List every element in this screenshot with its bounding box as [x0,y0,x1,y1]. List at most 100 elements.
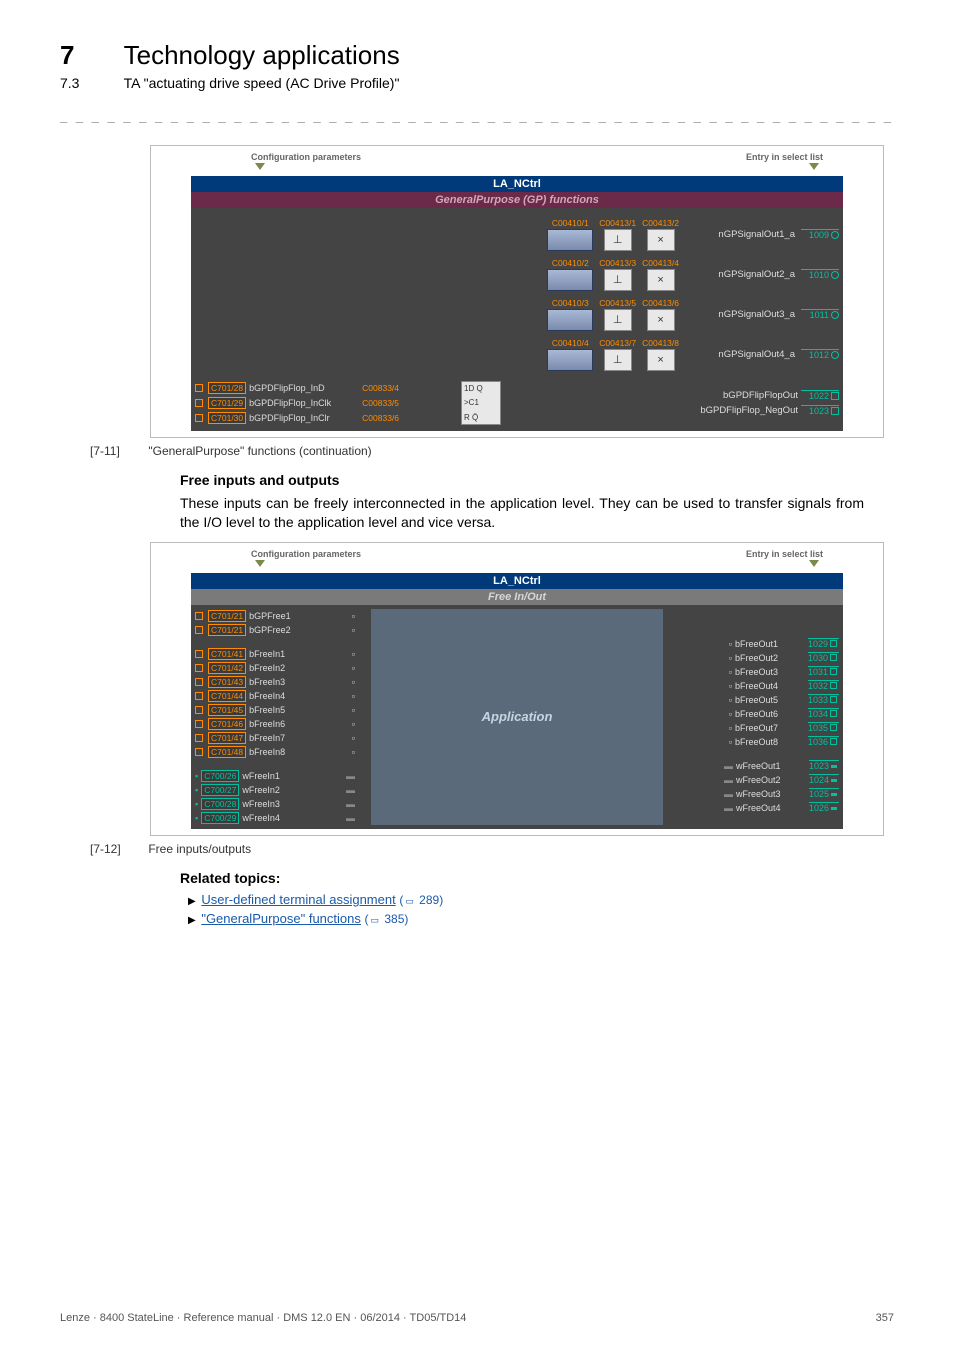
input-port: C701/42 [208,662,246,674]
input-name: bFreeIn7 [249,733,285,743]
param-label: C00413/5 [599,298,636,308]
select-list-entry: 1035 [808,722,839,733]
select-list-entry: 1026 [809,802,839,813]
output-name: nGPSignalOut1_a [685,229,795,240]
bfreein-row: C701/47bFreeIn7▫ [195,731,355,745]
output-name: bFreeOut4 [735,681,805,691]
input-port: C700/26 [201,770,239,782]
related-link-row: ▶ "GeneralPurpose" functions ( 385) [188,911,864,926]
param-label: C00410/1 [552,218,589,228]
output-name: wFreeOut1 [736,761,806,771]
param-box [547,269,593,291]
flipflop-input-row: C701/28 bGPDFlipFlop_InD C00833/4 [195,380,455,395]
output-name: bFreeOut2 [735,653,805,663]
select-list-entry: 1012 [801,349,839,360]
switch-icon: ⊥ [604,309,632,331]
section-title: TA "actuating drive speed (AC Drive Prof… [124,75,400,91]
input-name: bFreeIn4 [249,691,285,701]
wfreeout-row: ▬wFreeOut31025 [679,787,839,801]
fig2-titlebar: LA_NCtrl [191,573,843,589]
param-label: C00413/1 [599,218,636,228]
input-port: C701/29 [208,397,246,409]
input-name: bGPDFlipFlop_InClr [249,413,359,423]
select-list-entry: 1033 [808,694,839,705]
param-label: C00833/4 [362,383,399,393]
param-box [547,229,593,251]
input-port: C701/21 [208,610,246,622]
related-link[interactable]: "GeneralPurpose" functions [201,911,361,926]
output-name: nGPSignalOut4_a [685,349,795,360]
chapter-number: 7 [60,40,120,71]
input-port: C701/47 [208,732,246,744]
select-list-entry: 1024 [809,774,839,785]
down-arrow-icon [809,560,819,567]
bfreein-row: C701/41bFreeIn1▫ [195,647,355,661]
param-label: C00833/5 [362,398,399,408]
select-list-entry: 1011 [801,309,839,320]
book-icon [369,912,382,926]
related-link-row: ▶ User-defined terminal assignment ( 289… [188,892,864,907]
select-list-entry: 1022 [801,390,839,401]
entry-list-label: Entry in select list [746,549,823,559]
bfreeout-row: ▫bFreeOut41032 [679,679,839,693]
select-list-entry: 1023 [801,405,839,416]
gpfree-input-row: C701/21bGPFree1▫ [195,609,355,623]
bfreein-row: C701/48bFreeIn8▫ [195,745,355,759]
param-label: C00410/2 [552,258,589,268]
figure-1: Configuration parameters Entry in select… [150,145,884,438]
input-port: C701/30 [208,412,246,424]
switch-icon: ⊥ [604,349,632,371]
entry-list-label: Entry in select list [746,152,823,162]
fig2-iolist: C701/21bGPFree1▫C701/21bGPFree2▫C701/41b… [191,605,843,829]
output-name: bFreeOut6 [735,709,805,719]
input-port: C701/28 [208,382,246,394]
param-box [547,309,593,331]
free-io-paragraph: These inputs can be freely interconnecte… [180,494,864,532]
fig1-caption-text: "GeneralPurpose" functions (continuation… [148,444,371,458]
output-name: bFreeOut3 [735,667,805,677]
input-name: bGPFree2 [249,625,291,635]
input-name: wFreeIn3 [242,799,280,809]
input-name: bFreeIn6 [249,719,285,729]
input-name: bGPDFlipFlop_InD [249,383,359,393]
select-list-entry: 1023 [809,760,839,771]
switch-icon: ⊥ [604,269,632,291]
output-name: bFreeOut7 [735,723,805,733]
param-label: C00413/6 [642,298,679,308]
select-list-entry: 1009 [801,229,839,240]
input-name: wFreeIn1 [242,771,280,781]
related-heading: Related topics: [180,870,864,886]
footer-page-number: 357 [876,1312,894,1324]
input-port: C701/48 [208,746,246,758]
footer-left: Lenze · 8400 StateLine · Reference manua… [60,1312,466,1324]
wfreeout-row: ▬wFreeOut11023 [679,759,839,773]
bfreeout-row: ▫bFreeOut11029 [679,637,839,651]
select-list-entry: 1036 [808,736,839,747]
wfreein-row: ▪C700/27wFreeIn2▬ [195,783,355,797]
select-list-entry: 1031 [808,666,839,677]
page-reference: ( 289) [399,893,443,907]
chapter-title: Technology applications [124,40,400,71]
param-label: C00413/3 [599,258,636,268]
gp-signal-row: C00410/4 C00413/7⊥ C00413/8× nGPSignalOu… [195,334,839,374]
input-port: C701/46 [208,718,246,730]
input-name: wFreeIn4 [242,813,280,823]
flipflop-input-row: C701/30 bGPDFlipFlop_InClr C00833/6 [195,410,455,425]
input-name: bGPDFlipFlop_InClk [249,398,359,408]
section-number: 7.3 [60,75,120,91]
input-port: C701/45 [208,704,246,716]
select-list-entry: 1030 [808,652,839,663]
output-name: bFreeOut8 [735,737,805,747]
related-link[interactable]: User-defined terminal assignment [201,892,395,907]
flipflop-output-row: bGPDFlipFlopOut 1022 [507,388,839,403]
figure-2: Configuration parameters Entry in select… [150,542,884,836]
input-name: bFreeIn3 [249,677,285,687]
flipflop-output-row: bGPDFlipFlop_NegOut 1023 [507,403,839,418]
fig1-block: C00410/1 C00413/1⊥ C00413/2× nGPSignalOu… [191,208,843,431]
output-name: bGPDFlipFlop_NegOut [688,405,798,416]
param-label: C00413/7 [599,338,636,348]
fig1-titlebar: LA_NCtrl [191,176,843,192]
param-label: C00413/4 [642,258,679,268]
param-box [547,349,593,371]
bfreeout-row: ▫bFreeOut21030 [679,651,839,665]
